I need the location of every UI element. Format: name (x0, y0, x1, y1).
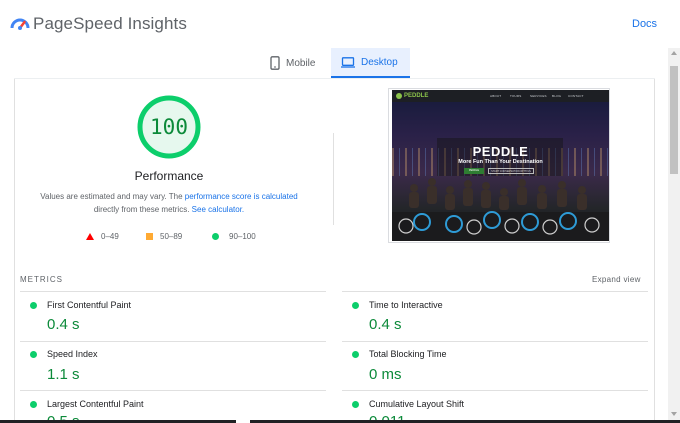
metric-name: Speed Index (47, 349, 98, 359)
preview-nav-item: BLOG (552, 94, 562, 98)
see-calculator-link[interactable]: See calculator. (192, 205, 244, 214)
legend-pass: 90–100 (212, 230, 256, 242)
scrollbar-thumb[interactable] (670, 66, 678, 174)
preview-riders-image (392, 178, 609, 241)
tab-mobile[interactable]: Mobile (262, 48, 330, 78)
pass-dot-icon (30, 302, 37, 309)
preview-navbar: PEDDLE ABOUT TOURS SERVICES BLOG CONTACT (392, 90, 609, 102)
preview-nav-item: TOURS (510, 94, 522, 98)
metric-divider (20, 291, 326, 292)
pagespeed-logo-icon (10, 18, 30, 30)
note-text: Values are estimated and may vary. The (40, 192, 185, 201)
page-screenshot: PEDDLE ABOUT TOURS SERVICES BLOG CONTACT… (392, 90, 609, 241)
metric-name: Largest Contentful Paint (47, 399, 144, 409)
metric-value: 0 ms (369, 366, 402, 383)
device-tabs: Mobile Desktop (0, 48, 680, 78)
scroll-down-arrow-icon[interactable] (671, 412, 677, 416)
metric-name: First Contentful Paint (47, 300, 132, 310)
pass-dot-icon (30, 401, 37, 408)
legend-average-label: 50–89 (160, 231, 183, 241)
preview-hero-title: PEDDLE (472, 144, 529, 159)
performance-note: Values are estimated and may vary. The p… (20, 190, 318, 216)
metric-name: Time to Interactive (369, 300, 443, 310)
metric-divider (20, 390, 326, 391)
metrics-title: METRICS (20, 275, 63, 284)
preview-logo-icon (396, 93, 402, 99)
metric-name: Cumulative Layout Shift (369, 399, 465, 409)
panel-border (654, 78, 655, 423)
metric-value: 0.4 s (47, 316, 80, 333)
metric-divider (342, 291, 648, 292)
metric-name: Total Blocking Time (369, 349, 447, 359)
desktop-icon (341, 56, 355, 68)
metric-divider (342, 341, 648, 342)
preview-nav-item: SERVICES (530, 94, 547, 98)
docs-link[interactable]: Docs (632, 18, 657, 30)
tab-desktop[interactable]: Desktop (331, 48, 410, 78)
tab-desktop-label: Desktop (361, 56, 398, 68)
pass-dot-icon (30, 351, 37, 358)
preview-brand: PEDDLE (404, 93, 429, 99)
mobile-icon (270, 56, 280, 70)
note-text: directly from these metrics. (93, 205, 192, 214)
section-divider (333, 133, 334, 225)
pass-dot-icon (352, 401, 359, 408)
metric-divider (20, 341, 326, 342)
preview-hero-subtitle: More Fun Than Your Destination (458, 159, 543, 165)
preview-nav-item: ABOUT (490, 94, 502, 98)
performance-label: Performance (134, 169, 204, 183)
app-title: PageSpeed Insights (33, 14, 187, 33)
metric-value: 1.1 s (47, 366, 80, 383)
pass-dot-icon (352, 351, 359, 358)
performance-score-link[interactable]: performance score is calculated (185, 192, 298, 201)
red-triangle-icon (86, 232, 94, 240)
legend-fail: 0–49 (86, 230, 119, 242)
tab-mobile-label: Mobile (286, 57, 316, 69)
legend-average: 50–89 (146, 230, 182, 242)
panel-divider (14, 78, 655, 79)
metric-divider (342, 390, 648, 391)
preview-nav-item: CONTACT (568, 94, 584, 98)
green-circle-icon (212, 232, 219, 240)
header: PageSpeed Insights Docs (0, 0, 680, 48)
orange-square-icon (146, 232, 153, 240)
scroll-up-arrow-icon[interactable] (671, 51, 677, 55)
expand-view-button[interactable]: Expand view (592, 275, 641, 284)
pass-dot-icon (352, 302, 359, 309)
performance-score: 100 (150, 115, 188, 139)
metric-value: 0.4 s (369, 316, 402, 333)
legend-fail-label: 0–49 (101, 231, 119, 241)
legend-pass-label: 90–100 (229, 231, 256, 241)
panel-border (14, 78, 15, 423)
